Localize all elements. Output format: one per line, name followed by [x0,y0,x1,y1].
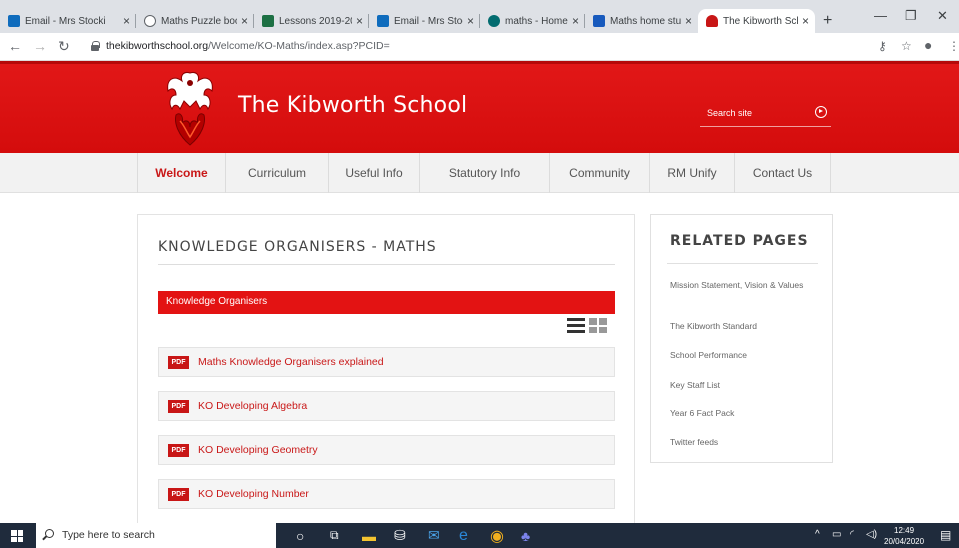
browser-tab-active[interactable]: The Kibworth Scho × [698,9,815,33]
url-field[interactable]: thekibworthschool.org/Welcome/KO-Maths/i… [106,40,390,52]
page-title: KNOWLEDGE ORGANISERS - MATHS [158,239,437,255]
notifications-icon[interactable]: ▤ [940,528,951,542]
close-tab-icon[interactable]: × [572,14,579,28]
excel-icon [262,15,274,27]
search-input[interactable]: Search site [707,108,752,118]
new-tab-button[interactable]: + [823,12,832,30]
related-link[interactable]: Mission Statement, Vision & Values [670,279,810,291]
main-nav: Welcome Curriculum Useful Info Statutory… [0,153,959,193]
nav-item-useful-info[interactable]: Useful Info [329,153,420,193]
minimize-button[interactable]: — [874,8,887,23]
close-tab-icon[interactable]: × [123,14,130,28]
forward-icon[interactable]: → [33,38,47,54]
close-tab-icon[interactable]: × [802,14,809,28]
document-link[interactable]: PDF Maths Knowledge Organisers explained [158,347,615,377]
document-title[interactable]: KO Developing Geometry [198,444,318,456]
related-link[interactable]: The Kibworth Standard [670,320,810,332]
pdf-icon: PDF [168,444,189,457]
close-tab-icon[interactable]: × [241,14,248,28]
store-icon[interactable]: ⛁ [394,527,406,544]
edge-icon[interactable]: e [459,527,468,544]
restore-button[interactable]: ❐ [905,8,917,24]
cortana-icon[interactable]: ○ [296,527,304,544]
back-icon[interactable]: ← [8,38,22,54]
address-bar: ← → ↻ thekibworthschool.org/Welcome/KO-M… [0,33,959,61]
document-title[interactable]: KO Developing Algebra [198,400,307,412]
lock-icon [91,41,100,51]
taskbar: Type here to search ○ ⧉ ▬ ⛁ ✉ e ◉ ♣ ^ ▭ … [0,523,959,548]
browser-tab[interactable]: Email - Mrs Stocki × [0,9,136,33]
outlook-icon [377,15,389,27]
section-title: Knowledge Organisers [166,296,268,307]
wifi-icon[interactable]: ◜ [850,529,854,540]
pdf-icon: PDF [168,400,189,413]
related-link[interactable]: Year 6 Fact Pack [670,407,810,419]
outlook-icon [8,15,20,27]
close-tab-icon[interactable]: × [356,14,363,28]
search-go-icon[interactable] [815,106,827,118]
close-window-button[interactable]: ✕ [937,8,948,24]
nav-item-welcome[interactable]: Welcome [137,153,226,193]
site-header: The Kibworth School Search site [0,61,959,153]
mail-icon[interactable]: ✉ [428,527,440,544]
nav-item-curriculum[interactable]: Curriculum [226,153,329,193]
grid-view-icon[interactable] [589,318,607,333]
divider [158,264,615,265]
school-name[interactable]: The Kibworth School [238,93,467,118]
browser-tab-strip: Email - Mrs Stocki × Maths Puzzle boo × … [0,0,959,33]
close-tab-icon[interactable]: × [467,14,474,28]
sharepoint-icon [488,15,500,27]
section-header: Knowledge Organisers [158,291,615,314]
browser-tab[interactable]: Lessons 2019-20 × [254,9,369,33]
browser-tab[interactable]: Email - Mrs Stocki × [369,9,480,33]
browser-tab[interactable]: maths - Home × [480,9,585,33]
school-crest-icon [706,15,718,27]
chrome-icon[interactable]: ◉ [490,527,504,545]
divider [667,263,818,264]
browser-tab[interactable]: Maths Puzzle boo × [136,9,254,33]
list-view-icon[interactable] [567,318,585,333]
main-content: KNOWLEDGE ORGANISERS - MATHS Knowledge O… [137,214,635,524]
key-icon[interactable]: ⚷ [878,39,887,53]
document-title[interactable]: KO Developing Number [198,488,309,500]
view-toggle [567,318,607,334]
nav-item-contact-us[interactable]: Contact Us [735,153,831,193]
nav-item-rm-unify[interactable]: RM Unify [650,153,735,193]
document-link[interactable]: PDF KO Developing Geometry [158,435,615,465]
word-icon [593,15,605,27]
sidebar-title: RELATED PAGES [670,233,809,249]
clock[interactable]: 12:49 20/04/2020 [884,525,924,547]
pdf-icon: PDF [168,356,189,369]
windows-start-icon[interactable] [11,530,23,542]
related-link[interactable]: Key Staff List [670,379,810,391]
file-explorer-icon[interactable]: ▬ [362,527,376,544]
teams-icon[interactable]: ♣ [521,527,530,544]
document-link[interactable]: PDF KO Developing Number [158,479,615,509]
volume-icon[interactable]: ◁) [866,529,877,540]
battery-icon[interactable]: ▭ [832,529,841,540]
chevron-up-icon[interactable]: ^ [815,529,820,540]
nav-item-community[interactable]: Community [550,153,650,193]
bookmark-star-icon[interactable]: ☆ [901,39,912,53]
nav-item-statutory-info[interactable]: Statutory Info [420,153,550,193]
profile-icon[interactable]: ● [924,37,932,53]
task-view-icon[interactable]: ⧉ [330,527,339,544]
search-icon [45,529,54,538]
document-link[interactable]: PDF KO Developing Algebra [158,391,615,421]
related-link[interactable]: School Performance [670,349,810,361]
document-title[interactable]: Maths Knowledge Organisers explained [198,356,384,368]
close-tab-icon[interactable]: × [685,14,692,28]
site-search[interactable]: Search site [700,103,831,127]
globe-icon [144,15,156,27]
related-link[interactable]: Twitter feeds [670,436,810,448]
menu-icon[interactable]: ⋮ [948,39,959,53]
pdf-icon: PDF [168,488,189,501]
browser-tab[interactable]: Maths home study × [585,9,698,33]
taskbar-search-input[interactable]: Type here to search [62,529,155,541]
school-crest-icon[interactable] [162,65,218,149]
reload-icon[interactable]: ↻ [58,38,70,55]
taskbar-search[interactable]: Type here to search [36,523,276,548]
related-pages-panel: RELATED PAGES Mission Statement, Vision … [650,214,833,463]
